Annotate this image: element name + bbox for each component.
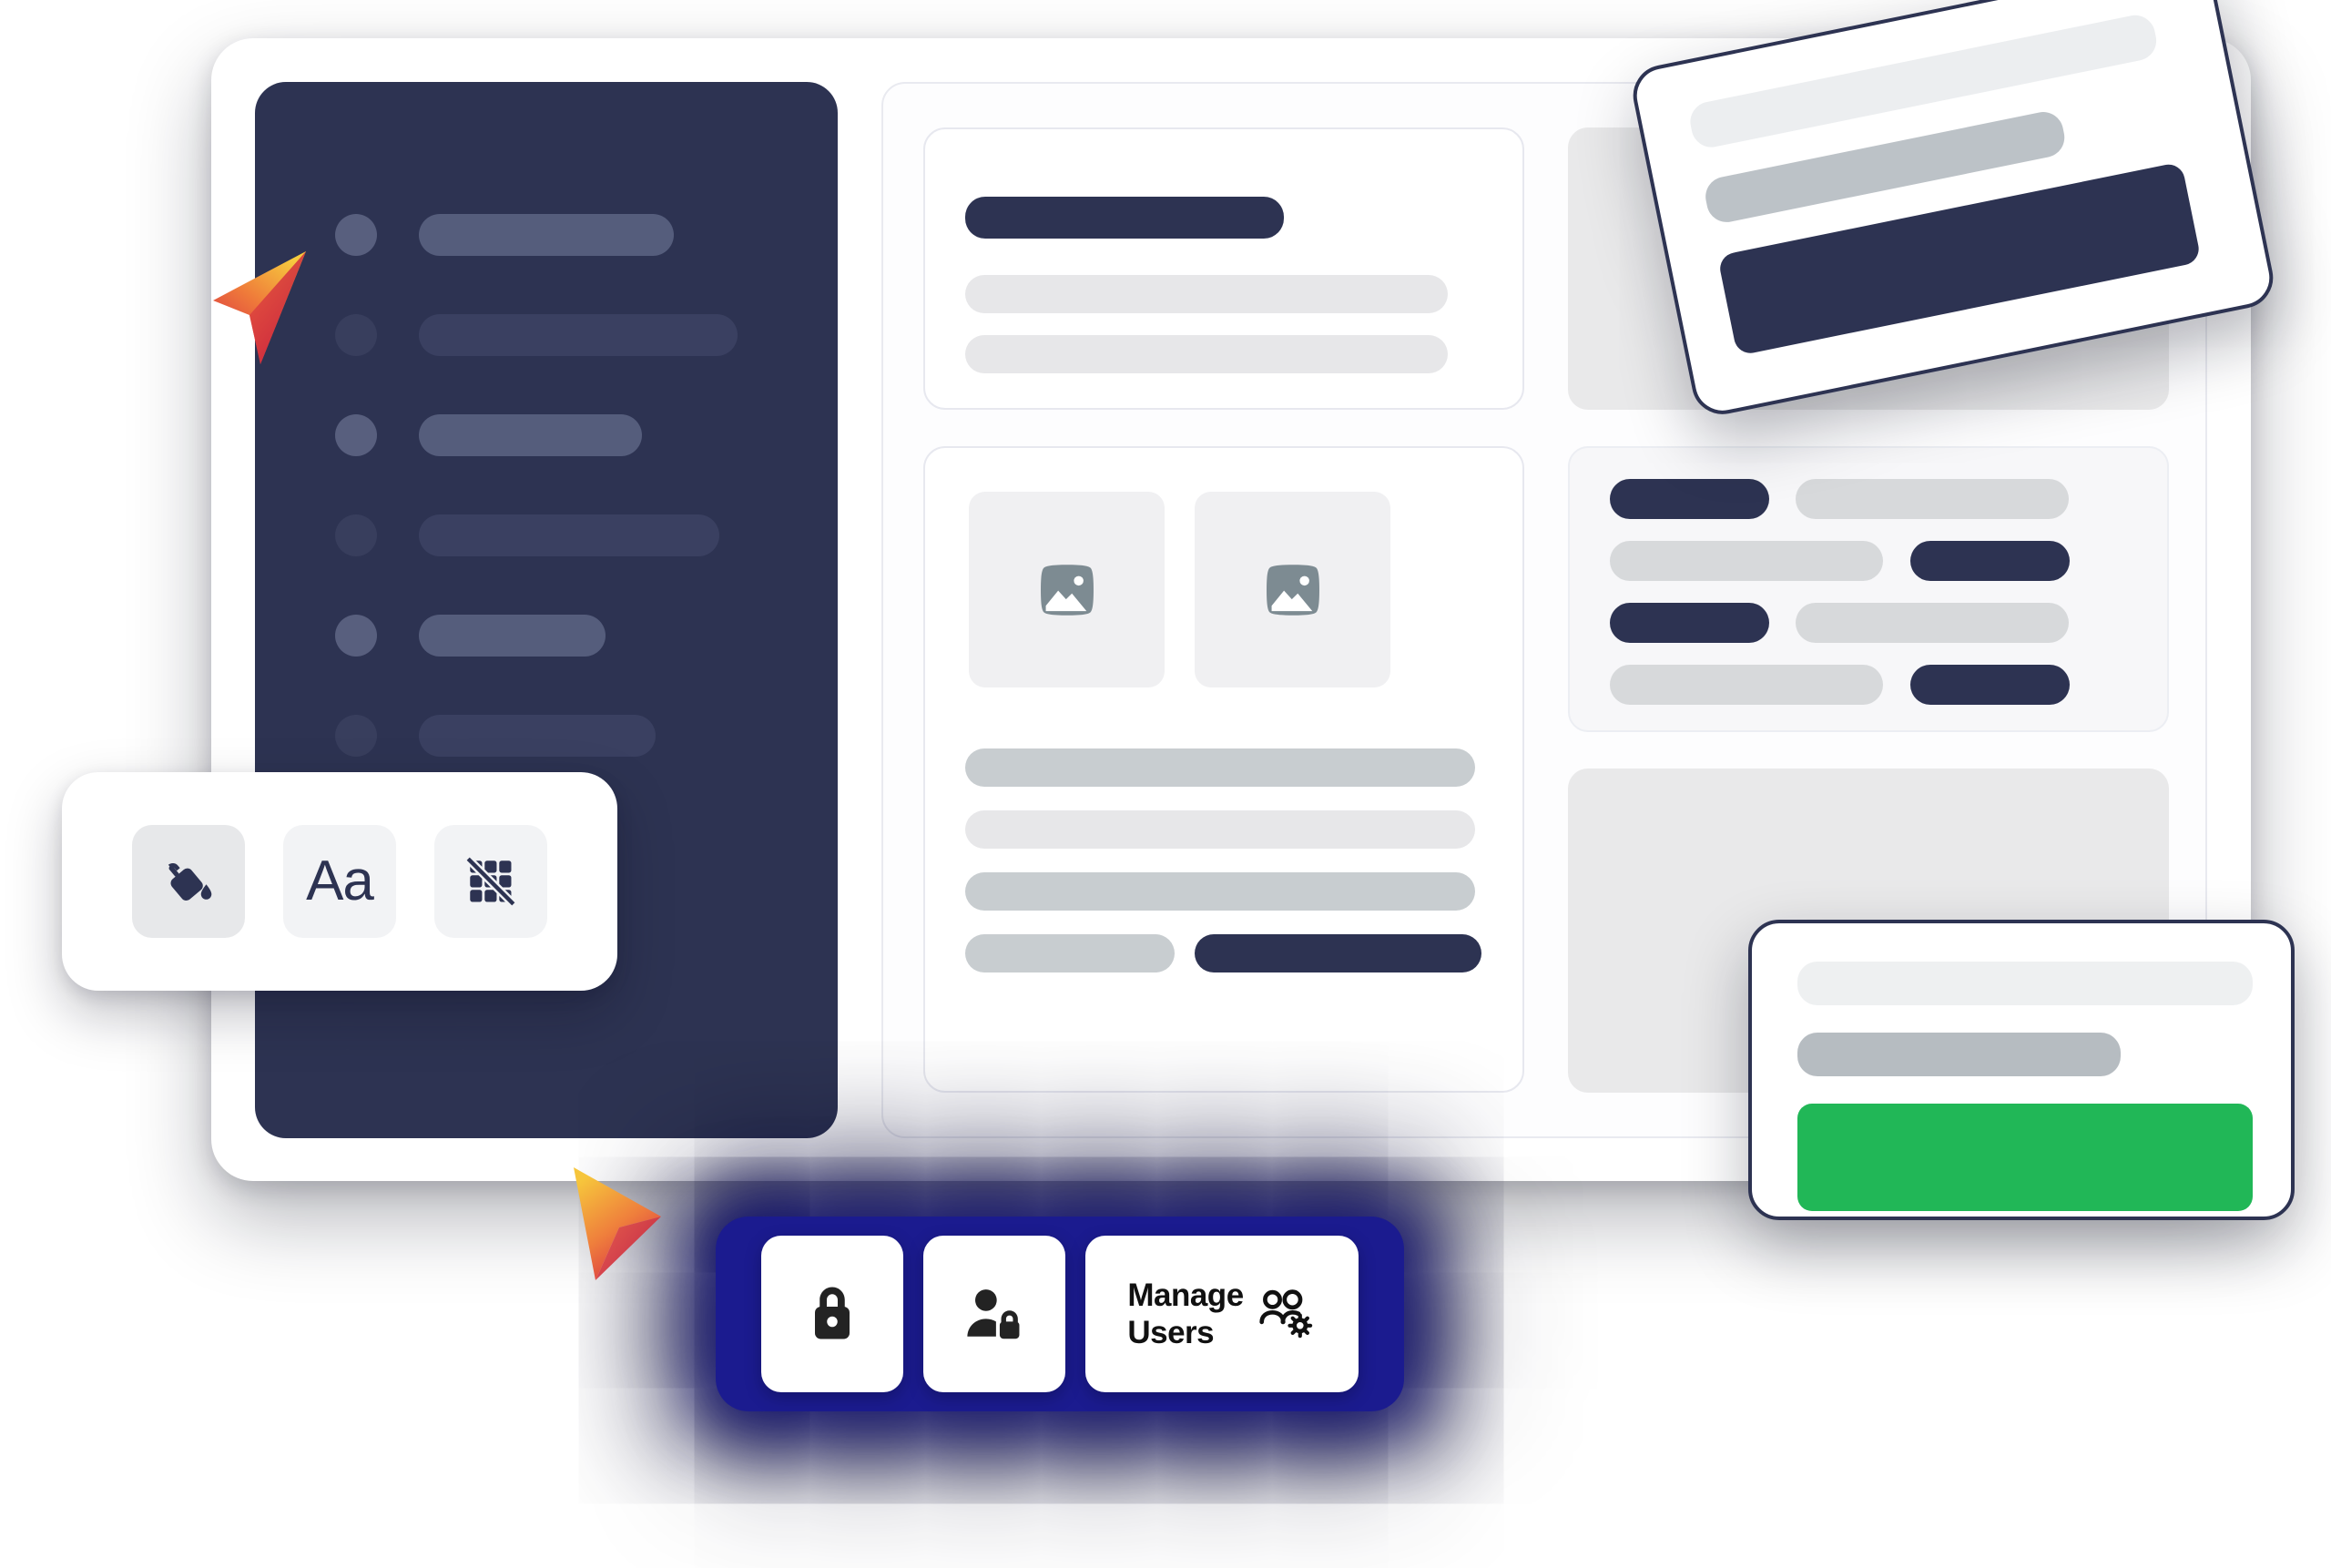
sidebar-item-label bbox=[419, 314, 738, 356]
list-pill bbox=[1610, 479, 1769, 519]
paint-bucket-button[interactable] bbox=[132, 825, 245, 938]
thumbnail-2[interactable] bbox=[1195, 492, 1390, 687]
sidebar-item-icon bbox=[335, 314, 377, 356]
typography-button[interactable]: Aa bbox=[283, 825, 396, 938]
gallery-text-line bbox=[965, 810, 1475, 849]
sidebar-item-3[interactable] bbox=[335, 414, 642, 456]
grid-off-button[interactable] bbox=[434, 825, 547, 938]
lock-button[interactable] bbox=[761, 1236, 903, 1392]
image-placeholder-icon bbox=[1266, 564, 1319, 616]
sidebar-item-label bbox=[419, 414, 642, 456]
thumbnail-1[interactable] bbox=[969, 492, 1165, 687]
sidebar-item-icon bbox=[335, 715, 377, 757]
list-pill bbox=[1910, 541, 2070, 581]
floating-card-bottom-right bbox=[1748, 920, 2295, 1220]
gallery-card bbox=[923, 446, 1524, 1093]
image-placeholder-icon bbox=[1040, 564, 1094, 616]
card-text-line bbox=[965, 275, 1448, 313]
sidebar-item-label bbox=[419, 715, 656, 757]
gallery-cta-button[interactable] bbox=[1195, 934, 1481, 972]
gallery-text-line bbox=[965, 934, 1175, 972]
sidebar-item-5[interactable] bbox=[335, 615, 606, 657]
user-lock-button[interactable] bbox=[923, 1236, 1065, 1392]
manage-users-button[interactable]: Manage Users bbox=[1085, 1236, 1359, 1392]
floating-card-line bbox=[1797, 962, 2253, 1005]
sidebar-item-1[interactable] bbox=[335, 214, 674, 256]
gallery-text-line bbox=[965, 872, 1475, 911]
sidebar-item-icon bbox=[335, 214, 377, 256]
manage-users-label: Manage Users bbox=[1127, 1277, 1244, 1350]
sidebar-item-2[interactable] bbox=[335, 314, 738, 356]
paint-bucket-icon bbox=[168, 863, 212, 901]
security-toolbar: Manage Users bbox=[703, 1200, 1417, 1428]
sidebar-item-icon bbox=[335, 615, 377, 657]
list-pill bbox=[1910, 665, 2070, 705]
sidebar-item-4[interactable] bbox=[335, 514, 719, 556]
sidebar-item-6[interactable] bbox=[335, 715, 656, 757]
lock-icon bbox=[815, 1287, 850, 1339]
gallery-text-line bbox=[965, 748, 1475, 787]
card-title-placeholder bbox=[965, 197, 1284, 239]
list-pill bbox=[1610, 541, 1883, 581]
floating-card-confirm-button[interactable] bbox=[1797, 1104, 2253, 1211]
cursor-bottom-left bbox=[574, 1167, 661, 1280]
sidebar-item-icon bbox=[335, 414, 377, 456]
list-pill bbox=[1796, 603, 2069, 643]
card-text-line bbox=[965, 335, 1448, 373]
users-gear-icon bbox=[1259, 1289, 1312, 1339]
sidebar-item-label bbox=[419, 514, 719, 556]
user-lock-icon bbox=[967, 1289, 1020, 1339]
list-pill bbox=[1610, 603, 1769, 643]
sidebar-item-label bbox=[419, 214, 674, 256]
grid-off-icon bbox=[464, 855, 517, 908]
list-pill bbox=[1610, 665, 1883, 705]
list-pill bbox=[1796, 479, 2069, 519]
header-card bbox=[923, 127, 1524, 410]
sidebar-item-label bbox=[419, 615, 606, 657]
floating-card-line bbox=[1797, 1033, 2121, 1076]
right-list-card bbox=[1568, 446, 2169, 732]
sidebar-item-icon bbox=[335, 514, 377, 556]
floating-card-line bbox=[1686, 11, 2161, 151]
format-toolbar: Aa bbox=[62, 772, 617, 991]
illustration-stage: Aa Manage Users bbox=[0, 0, 2331, 1568]
typography-label: Aa bbox=[306, 850, 374, 912]
cursor-top-left bbox=[213, 251, 306, 364]
